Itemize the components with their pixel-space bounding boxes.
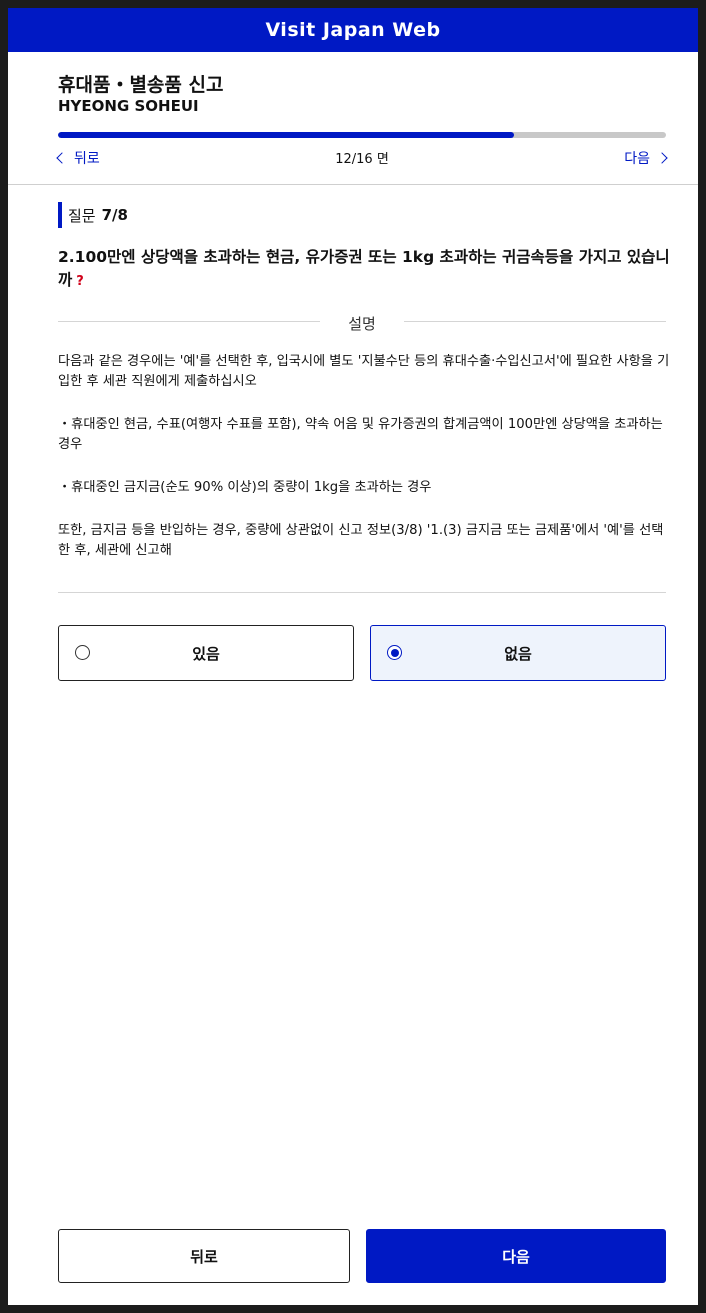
next-button[interactable]: 다음	[366, 1229, 666, 1283]
back-button[interactable]: 뒤로	[58, 1229, 350, 1283]
explanation-header: 설명	[58, 313, 666, 333]
option-no[interactable]: 없음	[370, 625, 666, 681]
chevron-left-icon	[56, 152, 68, 164]
nav-back-link[interactable]: 뒤로	[56, 148, 100, 168]
header-divider	[8, 184, 698, 185]
option-no-label: 없음	[504, 644, 532, 663]
page-indicator-wrap: 12/16 면	[58, 148, 666, 167]
app-title: Visit Japan Web	[265, 19, 441, 41]
progress-bar	[58, 132, 666, 138]
question-number: 7/8	[101, 206, 128, 224]
app-header: Visit Japan Web	[8, 8, 698, 52]
progress-bar-fill	[58, 132, 514, 138]
nav-next-label: 다음	[624, 151, 650, 167]
page-indicator: 12/16 면	[335, 152, 389, 167]
question-label-text: 질문	[68, 206, 96, 225]
explanation-title: 설명	[348, 315, 376, 333]
explanation-paragraph: 다음과 같은 경우에는 '예'를 선택한 후, 입국시에 별도 '지불수단 등의…	[58, 354, 670, 389]
divider-line	[404, 321, 666, 322]
explanation-paragraph: ・휴대중인 현금, 수표(여행자 수표를 포함), 약속 어음 및 유가증권의 …	[58, 417, 663, 452]
section-divider	[58, 592, 666, 593]
explanation-paragraph: ・휴대중인 금지금(순도 90% 이상)의 중량이 1kg을 초과하는 경우	[58, 480, 432, 495]
question-body: 2.100만엔 상당액을 초과하는 현금, 유가증권 또는 1kg 초과하는 귀…	[58, 248, 670, 289]
question-text: 2.100만엔 상당액을 초과하는 현금, 유가증권 또는 1kg 초과하는 귀…	[58, 246, 670, 293]
app-frame: Visit Japan Web 휴대품・별송품 신고 HYEONG SOHEUI…	[8, 8, 698, 1305]
page-navigation: 뒤로 12/16 면 다음	[56, 148, 668, 170]
explanation-title-wrap: 설명	[58, 313, 666, 334]
option-yes[interactable]: 있음	[58, 625, 354, 681]
chevron-right-icon	[656, 152, 668, 164]
user-name: HYEONG SOHEUI	[58, 97, 199, 115]
help-mark-icon[interactable]: ?	[76, 274, 84, 289]
page-title: 휴대품・별송품 신고	[58, 74, 224, 96]
option-yes-label: 있음	[192, 644, 220, 663]
nav-back-label: 뒤로	[74, 151, 100, 167]
explanation-paragraph: 또한, 금지금 등을 반입하는 경우, 중량에 상관없이 신고 정보(3/8) …	[58, 523, 664, 558]
explanation-body: 다음과 같은 경우에는 '예'를 선택한 후, 입국시에 별도 '지불수단 등의…	[58, 352, 670, 584]
answer-options: 있음 없음	[58, 625, 666, 681]
question-label: 질문 7/8	[58, 202, 128, 228]
nav-next-link[interactable]: 다음	[624, 148, 668, 168]
